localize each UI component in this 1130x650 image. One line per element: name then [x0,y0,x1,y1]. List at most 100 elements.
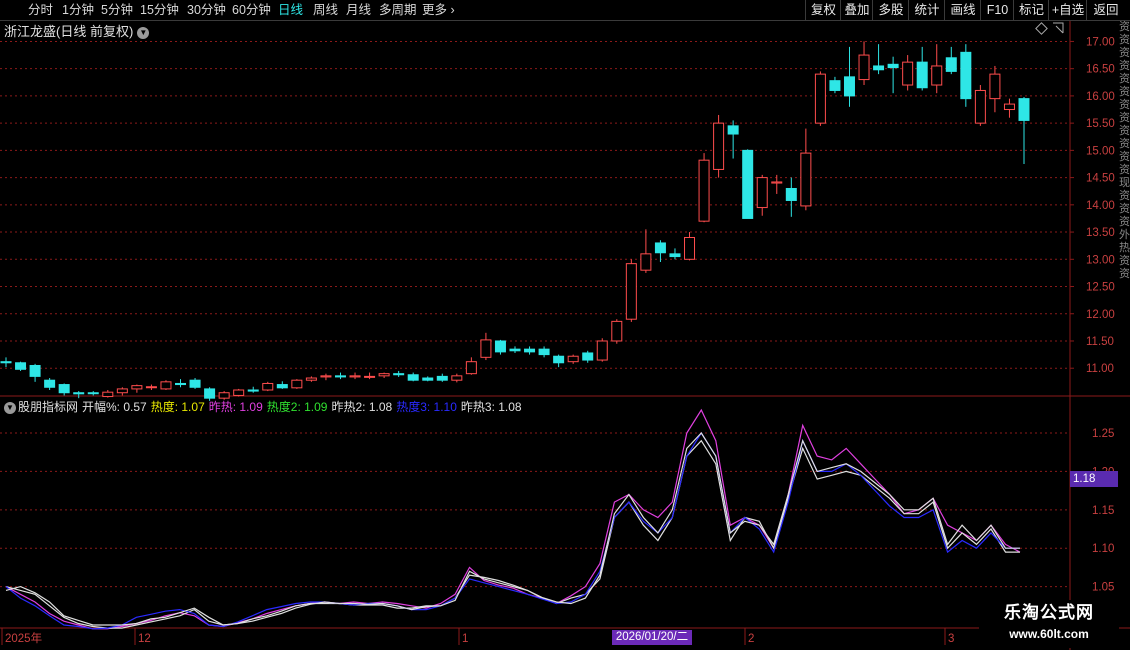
toolbar-button[interactable]: 返回 [1086,0,1125,20]
price-axis-label: 17.00 [1086,36,1115,48]
candle [87,391,99,396]
candle [29,363,41,382]
period-tab[interactable]: 多周期 [379,0,417,20]
candle [145,384,157,390]
candle [436,373,448,382]
period-tab[interactable]: 60分钟 [232,0,271,20]
right-info-strip: 资资资资资资资资资资资资现资资资外热资资 [1119,21,1130,280]
candle [320,373,332,381]
candle [44,378,56,390]
expand-corner-icon[interactable] [1052,22,1064,34]
chevron-down-icon[interactable]: ▼ [4,401,16,414]
candle [713,114,725,178]
candle-body [422,377,434,381]
candle [102,390,114,398]
candle [553,354,565,368]
candle-body [756,177,768,209]
period-tab[interactable]: 周线 [313,0,338,20]
candle-body [713,122,725,170]
toolbar-button[interactable]: 画线 [944,0,981,20]
candle [524,346,536,355]
candle-body [407,374,419,381]
toolbar-button[interactable]: 统计 [908,0,945,20]
candle-body [843,76,855,97]
chevron-down-icon[interactable]: ▼ [137,26,150,39]
candle-body [451,375,463,381]
candle [15,361,27,371]
candle-body [829,80,841,91]
candle-body [58,384,70,394]
price-axis-label: 14.50 [1086,173,1115,185]
toolbar-button[interactable]: F10 [980,0,1014,20]
candle-body [247,389,259,392]
candle [887,56,899,94]
candle-body [640,253,652,271]
candle-body [771,181,783,184]
candle-body [436,375,448,381]
period-tab[interactable]: 1分钟 [62,0,94,20]
price-axis-label: 13.50 [1086,227,1115,239]
toolbar-button[interactable]: 多股 [872,0,909,20]
candle [640,229,652,273]
candle-body [393,373,405,376]
period-tab[interactable]: 5分钟 [101,0,133,20]
candle-body [524,348,536,353]
candle-body [873,65,885,71]
toolbar-button[interactable]: 复权 [805,0,841,20]
candle-body [960,51,972,100]
watermark-title: 乐淘公式网 [1004,603,1094,622]
candle [945,46,957,75]
toolbar-button[interactable]: 叠加 [840,0,873,20]
candle [960,44,972,107]
date-axis-label: 1 [462,633,468,645]
candle-body [131,385,143,390]
watermark-url: www.60lt.com [1009,627,1089,641]
candle-body [349,375,361,378]
period-tab[interactable]: 日线 [278,0,303,20]
period-tab[interactable]: 分时 [28,0,53,20]
candlestick-series [0,41,1030,401]
period-tab[interactable]: 15分钟 [140,0,179,20]
period-tab[interactable]: 月线 [346,0,371,20]
candle-body [494,340,506,353]
indicator-value: 热度3: 1.10 [396,400,457,414]
candle-body [509,348,521,352]
candle-body [175,382,187,386]
candle-body [785,187,797,201]
candle [465,357,477,375]
candle-body [684,237,696,260]
date-axis-label: 2 [748,633,754,645]
candle [378,372,390,379]
candle-body [0,361,12,364]
period-tab[interactable]: 30分钟 [187,0,226,20]
indicator-value: 昨热3: 1.08 [460,400,522,414]
candle-body [931,65,943,86]
candle-body [800,152,812,207]
candle-body [87,392,99,395]
candle-body [320,375,332,378]
candle-body [974,89,986,124]
toolbar-button[interactable]: +自选 [1048,0,1087,20]
candle [247,386,259,393]
candle-body [262,382,274,391]
candle [814,71,826,126]
candle [742,149,754,219]
candle-body [611,320,623,342]
candle [873,44,885,75]
candle-body [553,355,565,364]
toolbar-button[interactable]: 标记 [1013,0,1049,20]
candle-body [625,263,637,320]
period-tab[interactable]: 更多 › [422,0,455,20]
candle [669,248,681,260]
candle-body [698,159,710,222]
chart-canvas[interactable]: 17.00 16.50 16.00 15.50 15.00 14.50 14.00 13.50… [0,0,1130,650]
candle [829,76,841,94]
candle-body [814,73,826,124]
candle-body [1003,103,1015,111]
indicator-name: 股朋指标网 [18,400,79,414]
candle-body [44,379,56,388]
candle [567,354,579,364]
candle [494,339,506,355]
indicator-axis-label: 1.15 [1092,505,1114,517]
price-axis-label: 16.00 [1086,91,1115,103]
